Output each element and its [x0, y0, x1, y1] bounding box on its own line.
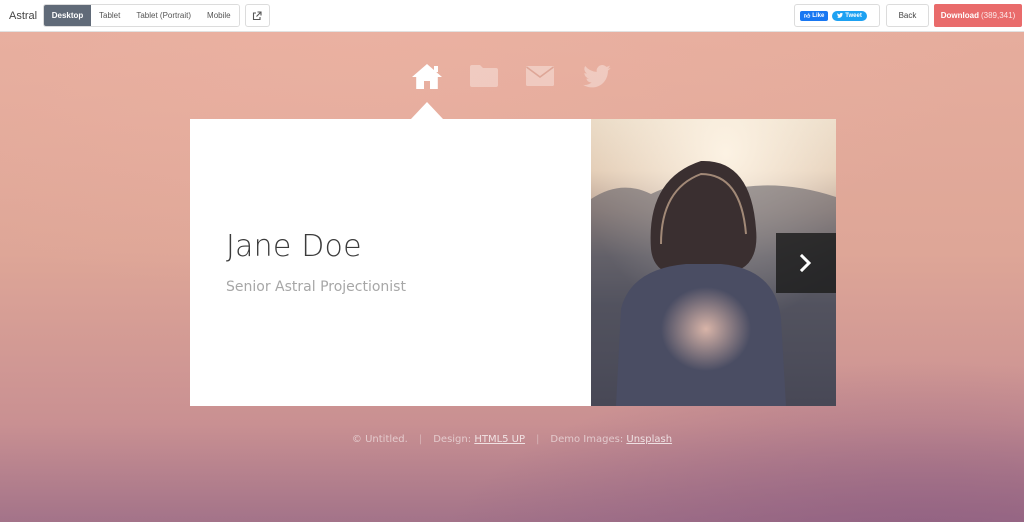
- device-tablet-portrait-button[interactable]: Tablet (Portrait): [128, 5, 200, 26]
- home-icon: [412, 63, 442, 89]
- back-button[interactable]: Back: [886, 4, 929, 27]
- chevron-right-icon: [799, 254, 812, 272]
- device-switcher: Desktop Tablet Tablet (Portrait) Mobile: [43, 4, 240, 27]
- design-link[interactable]: HTML5 UP: [474, 434, 525, 445]
- brand-name: Astral: [9, 9, 38, 22]
- thumbs-up-icon: 👍︎: [804, 13, 811, 20]
- device-tablet-button[interactable]: Tablet: [91, 5, 129, 26]
- images-link[interactable]: Unsplash: [626, 434, 672, 445]
- next-slide-button[interactable]: [776, 233, 836, 293]
- nav-twitter[interactable]: [580, 62, 614, 90]
- tweet-button[interactable]: Tweet: [832, 10, 867, 21]
- open-external-button[interactable]: [244, 4, 270, 27]
- twitter-icon: [583, 64, 611, 87]
- twitter-bird-icon: [837, 13, 844, 18]
- envelope-icon: [526, 66, 554, 86]
- social-buttons: 👍︎ Like Tweet: [794, 4, 880, 27]
- copyright-text: © Untitled.: [351, 434, 408, 445]
- footer-divider: |: [536, 434, 540, 445]
- facebook-like-label: Like: [812, 12, 825, 19]
- template-preview: Jane Doe Senior Astral Projectionist © U…: [0, 32, 1024, 522]
- main-nav: [0, 62, 1024, 94]
- download-button[interactable]: Download (389,341): [934, 4, 1022, 27]
- topbar-actions: 👍︎ Like Tweet Back Download (389,341): [794, 0, 1024, 32]
- active-nav-pointer: [411, 102, 443, 119]
- profile-text: Jane Doe Senior Astral Projectionist: [226, 229, 406, 295]
- design-label: Design:: [433, 434, 472, 445]
- download-label: Download: [940, 11, 979, 20]
- folder-icon: [470, 65, 498, 87]
- footer: © Untitled. | Design: HTML5 UP | Demo Im…: [0, 434, 1024, 445]
- nav-contact[interactable]: [523, 62, 557, 90]
- external-link-icon: [253, 10, 262, 20]
- device-mobile-button[interactable]: Mobile: [199, 5, 239, 26]
- download-count: (389,341): [980, 11, 1016, 20]
- profile-card: Jane Doe Senior Astral Projectionist: [190, 119, 836, 406]
- profile-title: Senior Astral Projectionist: [226, 279, 406, 295]
- profile-name: Jane Doe: [226, 229, 362, 264]
- images-label: Demo Images:: [550, 434, 624, 445]
- tweet-label: Tweet: [845, 12, 862, 19]
- nav-portfolio[interactable]: [467, 62, 501, 90]
- nav-home[interactable]: [410, 62, 444, 90]
- facebook-like-button[interactable]: 👍︎ Like: [800, 10, 829, 21]
- footer-divider: |: [418, 434, 423, 445]
- device-desktop-button[interactable]: Desktop: [44, 5, 91, 26]
- preview-topbar: Astral Desktop Tablet Tablet (Portrait) …: [0, 0, 1024, 32]
